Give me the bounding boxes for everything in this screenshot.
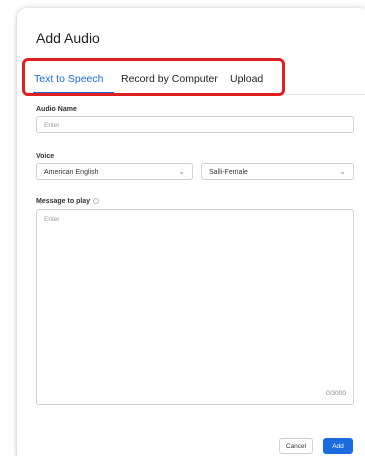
add-button[interactable]: Add [323,438,353,454]
voice-language-value: American English [44,169,99,176]
voice-label: Voice [36,153,55,160]
audio-name-placeholder: Enter [44,122,60,129]
voice-name-select[interactable]: Salli-Female ⌄ [201,163,354,180]
chevron-down-icon: ⌄ [339,167,346,176]
audio-name-input[interactable]: Enter [36,116,354,133]
message-placeholder: Enter [44,216,60,223]
message-textarea[interactable]: Enter 0/3000 [36,209,354,405]
message-label-text: Message to play [36,198,91,205]
voice-language-select[interactable]: American English ⌄ [36,163,193,180]
screen: Add Audio Text to Speech Record by Compu… [0,0,365,456]
tabs-highlight-box [22,58,285,96]
character-counter: 0/3000 [326,390,346,397]
cancel-button[interactable]: Cancel [279,438,313,454]
info-icon[interactable] [93,198,100,205]
dialog-title: Add Audio [36,30,100,46]
chevron-down-icon: ⌄ [178,167,185,176]
message-label: Message to play [36,198,100,205]
audio-name-label: Audio Name [36,106,77,113]
add-audio-dialog: Add Audio Text to Speech Record by Compu… [17,8,365,456]
voice-name-value: Salli-Female [209,169,248,176]
